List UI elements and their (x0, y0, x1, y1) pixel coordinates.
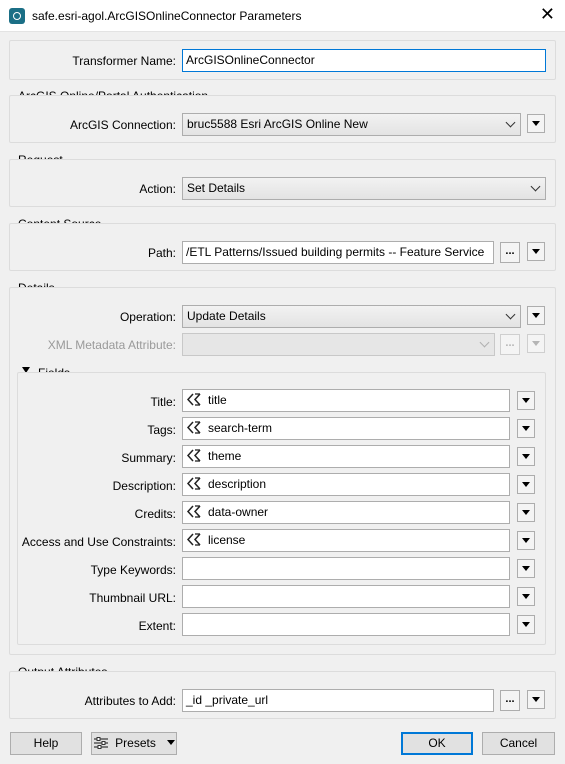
field-value: title (208, 393, 227, 407)
field-value: theme (208, 449, 242, 463)
action-label: Action: (139, 182, 176, 196)
operation-combo[interactable]: Update Details (182, 305, 521, 328)
field-label: Title: (150, 395, 176, 409)
arcgis-connection-combo[interactable]: bruc5588 Esri ArcGIS Online New (182, 113, 521, 136)
path-input[interactable]: /ETL Patterns/Issued building permits --… (182, 241, 494, 264)
help-button[interactable]: Help (10, 732, 82, 755)
xml-metadata-menu-button (527, 334, 545, 353)
operation-value: Update Details (187, 309, 266, 323)
chevron-down-icon (530, 181, 541, 192)
chevron-down-icon (505, 309, 516, 320)
field-input[interactable]: description (182, 473, 510, 496)
field-label: Tags: (147, 423, 176, 437)
xml-metadata-label: XML Metadata Attribute: (47, 338, 176, 352)
field-menu-button[interactable] (517, 447, 535, 466)
cancel-button[interactable]: Cancel (482, 732, 555, 755)
field-label: Type Keywords: (90, 563, 176, 577)
field-value: search-term (208, 421, 273, 435)
attributes-to-add-label: Attributes to Add: (84, 694, 176, 708)
field-menu-button[interactable] (517, 391, 535, 410)
field-input[interactable]: search-term (182, 417, 510, 440)
path-menu-button[interactable] (527, 242, 545, 261)
close-icon[interactable]: ✕ (540, 4, 555, 24)
field-input[interactable]: data-owner (182, 501, 510, 524)
xml-metadata-browse-button: ... (500, 334, 520, 355)
presets-button-label: Presets (115, 736, 156, 750)
arcgis-connection-menu-button[interactable] (527, 114, 545, 133)
title-bar: safe.esri-agol.ArcGISOnlineConnector Par… (0, 0, 565, 32)
window-title: safe.esri-agol.ArcGISOnlineConnector Par… (32, 9, 302, 23)
help-button-label: Help (33, 736, 59, 750)
caret-down-icon (167, 740, 176, 745)
field-value: license (208, 533, 246, 547)
attribute-value-icon (186, 533, 202, 549)
xml-metadata-combo (182, 333, 495, 356)
field-value: data-owner (208, 505, 269, 519)
arcgis-connection-label: ArcGIS Connection: (69, 118, 176, 132)
attributes-to-add-input[interactable]: _id _private_url (182, 689, 494, 712)
field-input[interactable]: theme (182, 445, 510, 468)
arcgis-connection-value: bruc5588 Esri ArcGIS Online New (187, 117, 368, 131)
path-browse-button[interactable]: ... (500, 242, 520, 263)
field-menu-button[interactable] (517, 475, 535, 494)
presets-button[interactable]: Presets (91, 732, 177, 755)
transformer-name-input[interactable]: ArcGISOnlineConnector (182, 49, 546, 72)
chevron-down-icon (479, 337, 490, 348)
attribute-value-icon (186, 393, 202, 409)
field-menu-button[interactable] (517, 503, 535, 522)
field-label: Extent: (138, 619, 176, 633)
attributes-browse-button[interactable]: ... (500, 690, 520, 711)
path-label: Path: (147, 246, 176, 260)
field-input[interactable] (182, 613, 510, 636)
field-label: Credits: (134, 507, 176, 521)
field-label: Thumbnail URL: (89, 591, 176, 605)
ok-button[interactable]: OK (401, 732, 473, 755)
ok-button-label: OK (428, 736, 446, 750)
cancel-button-label: Cancel (499, 736, 538, 750)
field-menu-button[interactable] (517, 419, 535, 438)
field-input[interactable] (182, 585, 510, 608)
attribute-value-icon (186, 477, 202, 493)
action-combo[interactable]: Set Details (182, 177, 546, 200)
presets-icon (93, 736, 109, 757)
action-value: Set Details (187, 181, 246, 195)
attribute-value-icon (186, 421, 202, 437)
field-menu-button[interactable] (517, 615, 535, 634)
field-input[interactable] (182, 557, 510, 580)
field-label: Summary: (121, 451, 176, 465)
app-icon (9, 8, 25, 24)
field-input[interactable]: license (182, 529, 510, 552)
field-input[interactable]: title (182, 389, 510, 412)
operation-label: Operation: (119, 310, 176, 324)
field-label: Description: (112, 479, 176, 493)
field-menu-button[interactable] (517, 531, 535, 550)
field-menu-button[interactable] (517, 559, 535, 578)
attributes-menu-button[interactable] (527, 690, 545, 709)
field-label: Access and Use Constraints: (21, 535, 176, 549)
field-menu-button[interactable] (517, 587, 535, 606)
transformer-name-label: Transformer Name: (72, 54, 176, 68)
attribute-value-icon (186, 505, 202, 521)
operation-menu-button[interactable] (527, 306, 545, 325)
field-value: description (208, 477, 267, 491)
attribute-value-icon (186, 449, 202, 465)
chevron-down-icon (505, 117, 516, 128)
